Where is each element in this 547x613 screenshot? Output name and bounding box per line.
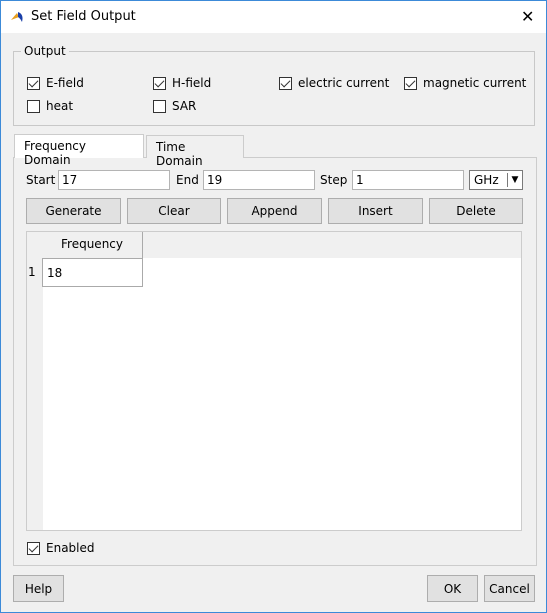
delete-button[interactable]: Delete: [429, 198, 523, 224]
step-input[interactable]: 1: [352, 170, 464, 190]
output-legend: Output: [21, 44, 69, 58]
checkbox-h-field[interactable]: H-field: [153, 76, 211, 90]
end-input[interactable]: 19: [203, 170, 315, 190]
column-header-frequency[interactable]: Frequency: [42, 232, 143, 258]
checkbox-box[interactable]: [153, 99, 166, 113]
close-icon[interactable]: ✕: [521, 7, 534, 26]
insert-button[interactable]: Insert: [328, 198, 423, 224]
checkbox-box[interactable]: [404, 76, 417, 90]
generate-button[interactable]: Generate: [26, 198, 121, 224]
append-button[interactable]: Append: [227, 198, 322, 224]
checkbox-enabled[interactable]: Enabled: [27, 541, 95, 555]
step-label: Step: [320, 173, 348, 187]
checkbox-sar[interactable]: SAR: [153, 99, 196, 113]
checkbox-box[interactable]: [153, 76, 166, 90]
frequency-table: Frequency 1 18: [26, 231, 522, 531]
checkbox-heat[interactable]: heat: [27, 99, 73, 113]
checkbox-magnetic-current[interactable]: magnetic current: [404, 76, 526, 90]
row-index: 1: [28, 265, 36, 279]
tab-frequency-domain[interactable]: Frequency Domain: [14, 134, 144, 167]
chevron-down-icon[interactable]: ▼: [507, 173, 522, 187]
table-cell-frequency[interactable]: 18: [42, 258, 143, 287]
window-title: Set Field Output: [31, 9, 136, 24]
end-label: End: [176, 173, 199, 187]
checkbox-e-field[interactable]: E-field: [27, 76, 84, 90]
unit-select[interactable]: GHz ▼: [469, 170, 523, 190]
ok-button[interactable]: OK: [427, 575, 478, 602]
start-input[interactable]: 17: [58, 170, 170, 190]
tab-time-domain[interactable]: Time Domain: [146, 135, 244, 168]
checkbox-box[interactable]: [27, 99, 40, 113]
help-button[interactable]: Help: [13, 575, 64, 602]
checkbox-electric-current[interactable]: electric current: [279, 76, 389, 90]
app-logo-icon: [11, 12, 23, 22]
checkbox-box[interactable]: [27, 76, 40, 90]
cancel-button[interactable]: Cancel: [484, 575, 535, 602]
clear-button[interactable]: Clear: [127, 198, 221, 224]
checkbox-box[interactable]: [279, 76, 292, 90]
checkbox-box[interactable]: [27, 541, 40, 555]
start-label: Start: [26, 173, 56, 187]
